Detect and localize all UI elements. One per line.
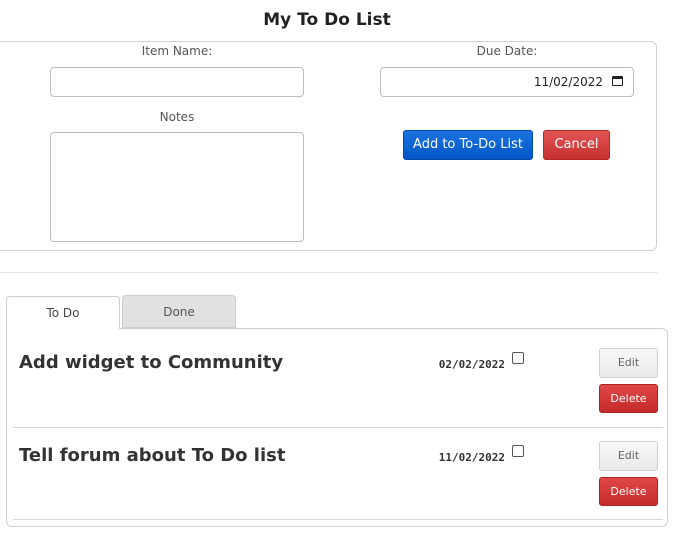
item-done-checkbox[interactable] [512,445,524,457]
delete-button[interactable]: Delete [599,384,658,413]
item-title: Tell forum about To Do list [19,445,286,466]
item-title: Add widget to Community [19,352,284,373]
edit-button[interactable]: Edit [599,441,658,471]
item-name-label: Item Name: [141,44,213,58]
tab-done[interactable]: Done [122,295,236,328]
item-date: 11/02/2022 [438,451,505,464]
add-to-list-button[interactable]: Add to To-Do List [403,130,533,160]
section-divider [0,272,658,273]
due-date-value: 11/02/2022 [533,75,603,89]
due-date-label: Due Date: [476,44,538,58]
cancel-button[interactable]: Cancel [543,130,610,160]
notes-label: Notes [159,110,195,124]
item-done-checkbox[interactable] [512,352,524,364]
edit-button[interactable]: Edit [599,348,658,378]
page-title: My To Do List [263,10,391,30]
notes-textarea[interactable] [50,132,304,242]
item-date: 02/02/2022 [438,358,505,371]
todo-list: Add widget to Community 02/02/2022 Edit … [6,328,668,527]
item-name-input[interactable] [50,67,304,97]
item-divider [13,519,663,520]
delete-button[interactable]: Delete [599,477,658,506]
calendar-icon[interactable] [612,76,623,86]
due-date-input[interactable]: 11/02/2022 [380,67,634,97]
tab-to-do[interactable]: To Do [6,296,120,329]
item-divider [13,427,663,428]
